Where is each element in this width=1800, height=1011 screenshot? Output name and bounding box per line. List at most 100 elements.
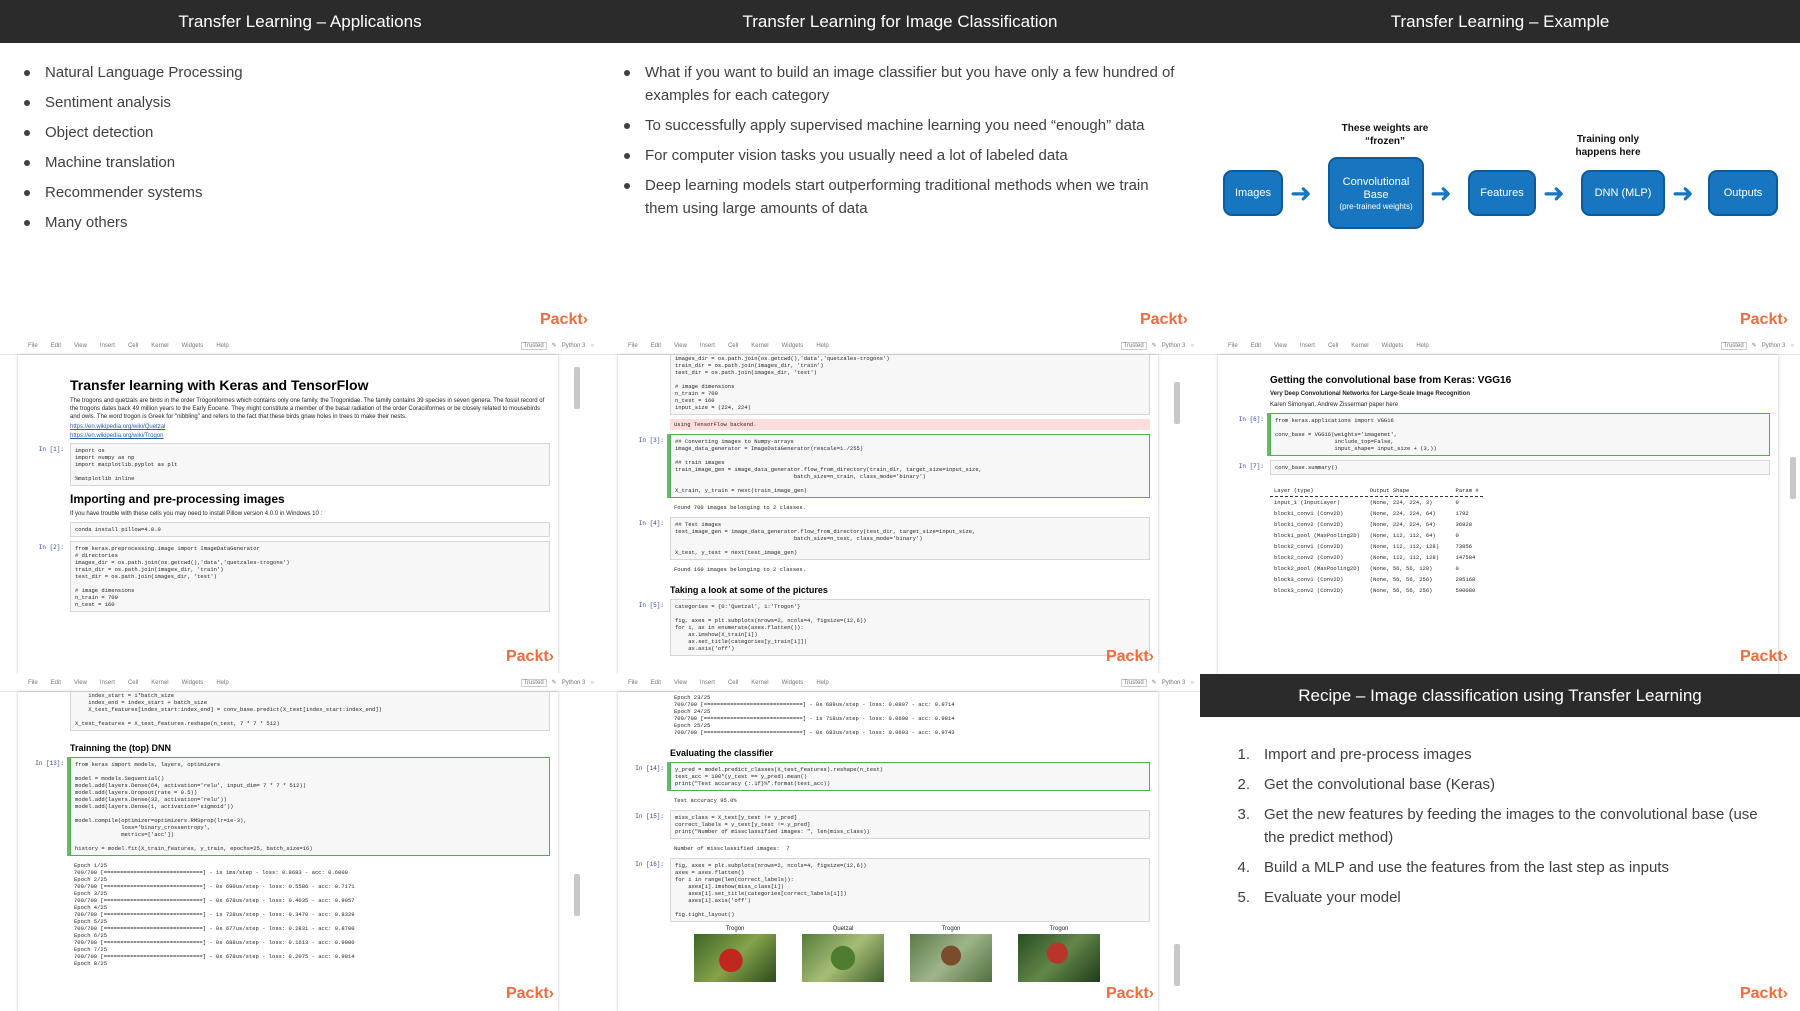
menu-insert[interactable]: Insert — [100, 680, 115, 686]
menu-file[interactable]: File — [1228, 343, 1238, 349]
code-cell[interactable]: In [3]: ## Converting images to Numpy-ar… — [626, 434, 1150, 498]
menu-kernel[interactable]: Kernel — [1351, 343, 1368, 349]
menu-help[interactable]: Help — [816, 680, 828, 686]
menu-widgets[interactable]: Widgets — [782, 680, 804, 686]
menu-insert[interactable]: Insert — [100, 343, 115, 349]
menu-view[interactable]: View — [674, 343, 687, 349]
menu-insert[interactable]: Insert — [700, 343, 715, 349]
menu-view[interactable]: View — [74, 680, 87, 686]
code-cell[interactable]: In [16]: fig, axes = plt.subplots(nrows=… — [626, 858, 1150, 922]
bullet-item: What if you want to build an image class… — [624, 61, 1176, 107]
code-input-selected[interactable]: from keras import models, layers, optimi… — [70, 757, 550, 856]
scrollbar[interactable] — [1790, 457, 1796, 499]
code-input[interactable]: import os import numpy as np import matp… — [70, 443, 550, 486]
scrollbar[interactable] — [1174, 944, 1180, 986]
code-cell[interactable]: In [15]: miss_class = X_test[y_test != y… — [626, 810, 1150, 839]
menu-edit[interactable]: Edit — [651, 343, 661, 349]
code-input-selected[interactable]: ## Converting images to Numpy-arrays ima… — [670, 434, 1150, 498]
menu-edit[interactable]: Edit — [651, 680, 661, 686]
menu-view[interactable]: View — [1274, 343, 1287, 349]
code-cell[interactable]: In [13]: from keras import models, layer… — [26, 757, 550, 856]
menu-help[interactable]: Help — [816, 343, 828, 349]
code-input[interactable]: from keras.preprocessing.image import Im… — [70, 541, 550, 612]
code-cell[interactable]: In [6]: from keras.applications import V… — [1226, 413, 1770, 456]
menu-help[interactable]: Help — [216, 343, 228, 349]
menu-kernel[interactable]: Kernel — [751, 680, 768, 686]
menu-cell[interactable]: Cell — [128, 680, 138, 686]
code-cell[interactable]: images_dir = os.path.join(os.getcwd(),'d… — [626, 355, 1150, 415]
menu-widgets[interactable]: Widgets — [182, 680, 204, 686]
trusted-badge[interactable]: Trusted — [1720, 341, 1747, 350]
code-cell[interactable]: index_start = i*batch_size index_end = i… — [26, 692, 550, 731]
scrollbar[interactable] — [574, 874, 580, 916]
cell-output: Test accuracy 95.0% — [674, 797, 737, 804]
menu-widgets[interactable]: Widgets — [182, 343, 204, 349]
code-cell[interactable]: In [5]: categories = {0:'Quetzal', 1:'Tr… — [626, 599, 1150, 656]
menu-cell[interactable]: Cell — [128, 343, 138, 349]
menu-file[interactable]: File — [28, 680, 38, 686]
menu-cell[interactable]: Cell — [728, 680, 738, 686]
menu-edit[interactable]: Edit — [51, 343, 61, 349]
code-cell[interactable]: conda install pillow=4.0.0 — [26, 522, 550, 537]
notebook-menubar: File Edit View Insert Cell Kernel Widget… — [1200, 337, 1800, 355]
trusted-badge[interactable]: Trusted — [1120, 341, 1147, 350]
menu-view[interactable]: View — [674, 680, 687, 686]
menu-edit[interactable]: Edit — [51, 680, 61, 686]
code-input[interactable]: fig, axes = plt.subplots(nrows=2, ncols=… — [670, 858, 1150, 922]
code-input[interactable]: miss_class = X_test[y_test != y_pred] co… — [670, 810, 1150, 839]
code-cell[interactable]: In [4]: ## Test images test_image_gen = … — [626, 517, 1150, 560]
menu-insert[interactable]: Insert — [700, 680, 715, 686]
trogon-link[interactable]: https://en.wikipedia.org/wiki/Trogon — [70, 433, 550, 439]
packt-logo: Packt› — [1105, 648, 1154, 665]
menu-edit[interactable]: Edit — [1251, 343, 1261, 349]
conv-base-box: Convolutional Base (pre-trained weights) — [1328, 157, 1424, 229]
code-input-selected[interactable]: y_pred = model.predict_classes(X_test_fe… — [670, 762, 1150, 791]
menu-widgets[interactable]: Widgets — [782, 343, 804, 349]
menu-cell[interactable]: Cell — [728, 343, 738, 349]
notebook-page: Getting the convolutional base from Kera… — [1218, 355, 1778, 674]
code-input[interactable]: index_start = i*batch_size index_end = i… — [70, 692, 550, 731]
menu-view[interactable]: View — [74, 343, 87, 349]
code-input[interactable]: images_dir = os.path.join(os.getcwd(),'d… — [670, 355, 1150, 415]
menu-kernel[interactable]: Kernel — [151, 343, 168, 349]
step-number: 3. — [1237, 806, 1250, 823]
menu-widgets[interactable]: Widgets — [1382, 343, 1404, 349]
features-box: Features — [1468, 170, 1536, 216]
menu-file[interactable]: File — [628, 343, 638, 349]
code-cell[interactable]: In [7]: conv_base.summary() — [1226, 460, 1770, 475]
pencil-icon[interactable]: ✎ — [1752, 342, 1757, 349]
menu-kernel[interactable]: Kernel — [151, 680, 168, 686]
code-cell[interactable]: In [2]: from keras.preprocessing.image i… — [26, 541, 550, 612]
slide-example: Transfer Learning – Example These weight… — [1200, 0, 1800, 337]
scrollbar[interactable] — [1174, 382, 1180, 424]
numbered-list: 1. Import and pre-process images 2. Get th… — [1200, 717, 1800, 909]
menu-file[interactable]: File — [28, 343, 38, 349]
menu-help[interactable]: Help — [216, 680, 228, 686]
trusted-badge[interactable]: Trusted — [520, 678, 547, 687]
pencil-icon[interactable]: ✎ — [552, 342, 557, 349]
trusted-badge[interactable]: Trusted — [1120, 678, 1147, 687]
code-input[interactable]: categories = {0:'Quetzal', 1:'Trogon'} f… — [670, 599, 1150, 656]
packt-logo: Packt› — [1105, 985, 1154, 1002]
code-input[interactable]: ## Test images test_image_gen = image_da… — [670, 517, 1150, 560]
pencil-icon[interactable]: ✎ — [1152, 679, 1157, 686]
trusted-badge[interactable]: Trusted — [520, 341, 547, 350]
pencil-icon[interactable]: ✎ — [1152, 342, 1157, 349]
markdown-authors: Karen Simonyan, Andrew Zisserman paper h… — [1270, 402, 1399, 408]
menu-insert[interactable]: Insert — [1300, 343, 1315, 349]
code-cell[interactable]: In [14]: y_pred = model.predict_classes(… — [626, 762, 1150, 791]
menu-kernel[interactable]: Kernel — [751, 343, 768, 349]
packt-logo: Packt› — [1139, 311, 1188, 328]
menu-file[interactable]: File — [628, 680, 638, 686]
code-input[interactable]: conda install pillow=4.0.0 — [70, 522, 550, 537]
scrollbar[interactable] — [574, 367, 580, 409]
step-text: Build a MLP and use the features from th… — [1264, 859, 1669, 876]
code-input[interactable]: conv_base.summary() — [1270, 460, 1770, 475]
menu-cell[interactable]: Cell — [1328, 343, 1338, 349]
code-cell[interactable]: In [1]: import os import numpy as np imp… — [26, 443, 550, 486]
code-input-selected[interactable]: from keras.applications import VGG16 con… — [1270, 413, 1770, 456]
quetzal-link[interactable]: https://en.wikipedia.org/wiki/Quetzal — [70, 424, 550, 430]
notebook-screenshot-4: File Edit View Insert Cell Kernel Widget… — [0, 674, 600, 1011]
menu-help[interactable]: Help — [1416, 343, 1428, 349]
pencil-icon[interactable]: ✎ — [552, 679, 557, 686]
